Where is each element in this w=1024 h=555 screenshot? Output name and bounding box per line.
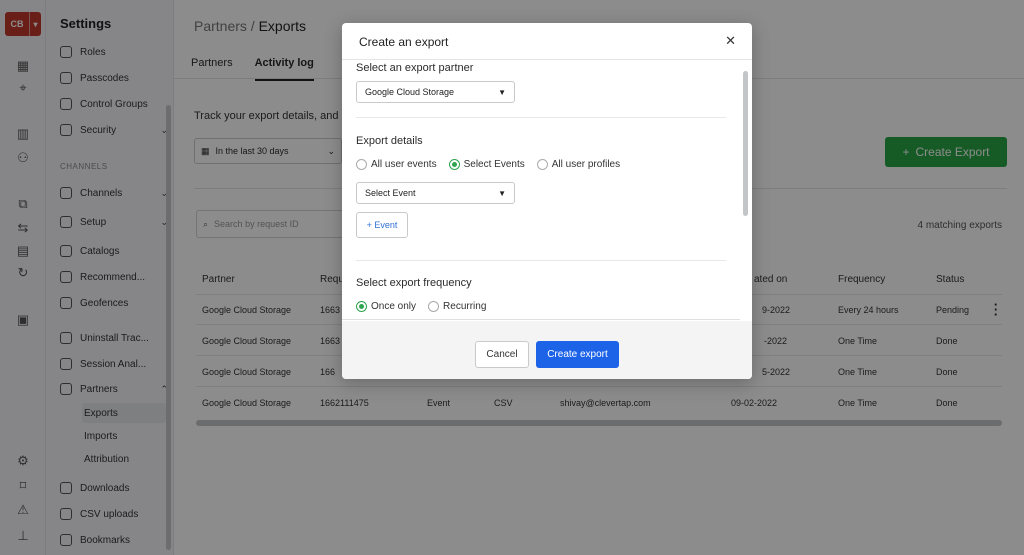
radio-all-user-events[interactable]: All user events xyxy=(356,159,437,170)
radio-label: Select Events xyxy=(463,159,525,170)
cancel-button[interactable]: Cancel xyxy=(475,341,529,368)
radio-select-events[interactable]: Select Events xyxy=(448,159,525,170)
radio-recurring[interactable]: Recurring xyxy=(428,301,486,312)
select-event-dropdown[interactable]: Select Event ▼ xyxy=(356,182,515,204)
radio-button-selected[interactable] xyxy=(356,301,367,312)
add-event-button[interactable]: + Event xyxy=(356,212,408,238)
radio-label: All user events xyxy=(371,159,437,170)
section-divider xyxy=(356,117,726,118)
export-details-label: Export details xyxy=(356,135,423,147)
modal-body: Select an export partner Google Cloud St… xyxy=(342,60,740,320)
export-partner-select[interactable]: Google Cloud Storage ▼ xyxy=(356,81,515,103)
create-export-modal: Create an export ✕ Select an export part… xyxy=(342,23,752,379)
radio-once-only[interactable]: Once only xyxy=(356,301,416,312)
chevron-down-icon: ▼ xyxy=(498,188,506,198)
modal-title: Create an export xyxy=(359,35,449,49)
radio-label: All user profiles xyxy=(551,159,621,170)
close-icon[interactable]: ✕ xyxy=(725,33,736,49)
export-partner-value: Google Cloud Storage xyxy=(365,87,455,97)
radio-all-user-profiles[interactable]: All user profiles xyxy=(536,159,621,170)
export-frequency-label: Select export frequency xyxy=(356,277,472,289)
radio-button[interactable] xyxy=(428,301,440,312)
radio-button[interactable] xyxy=(356,159,367,170)
create-export-submit-button[interactable]: Create export xyxy=(536,341,619,368)
section-divider xyxy=(356,260,726,261)
export-frequency-radio-group: Once only Recurring xyxy=(356,301,498,312)
radio-button[interactable] xyxy=(536,159,548,170)
export-partner-label: Select an export partner xyxy=(356,62,474,74)
chevron-down-icon: ▼ xyxy=(498,87,506,97)
radio-button-selected[interactable] xyxy=(448,159,460,170)
select-event-placeholder: Select Event xyxy=(365,188,416,198)
modal-scrollbar[interactable] xyxy=(743,71,748,216)
export-details-radio-group: All user events Select Events All user p… xyxy=(356,159,632,170)
radio-label: Recurring xyxy=(443,301,487,312)
radio-label: Once only xyxy=(371,301,417,312)
